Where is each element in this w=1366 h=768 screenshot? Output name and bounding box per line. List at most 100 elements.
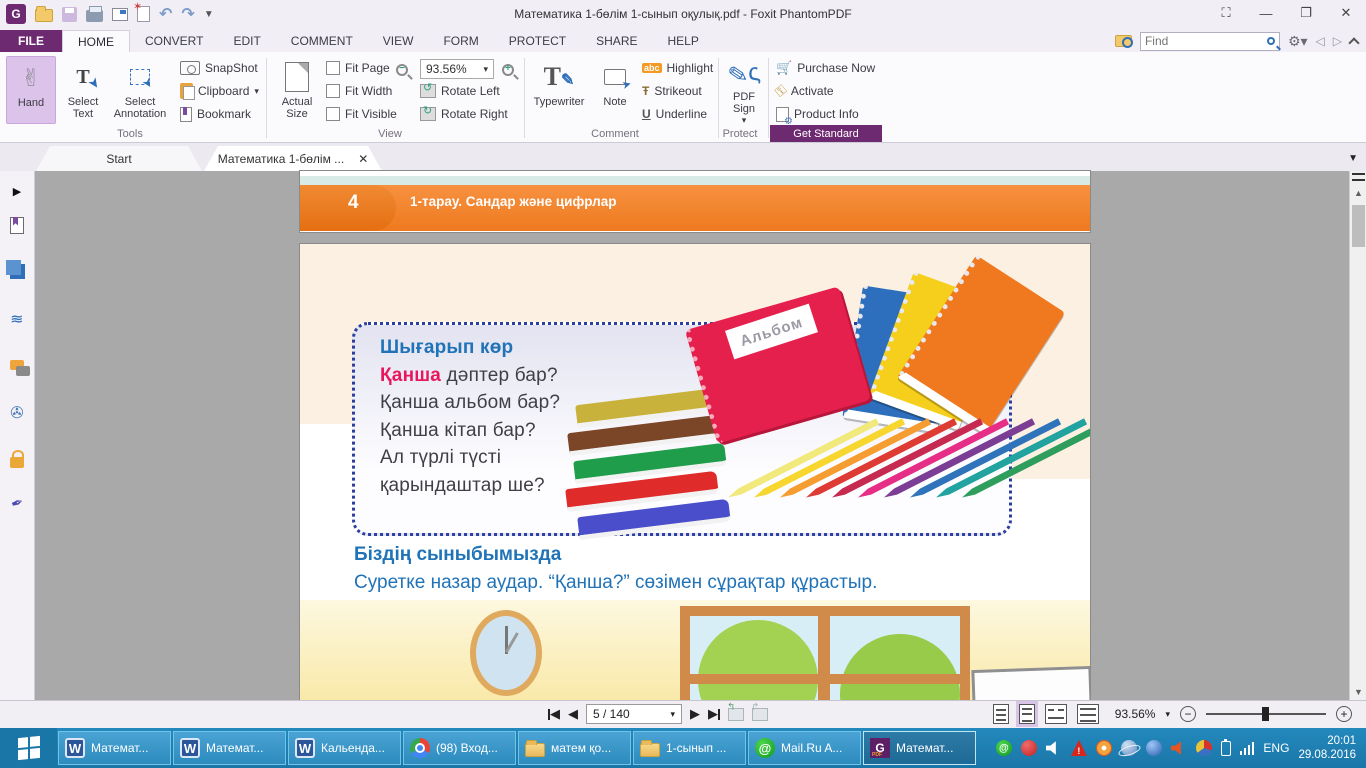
zoom-slider-thumb[interactable] [1262,707,1269,721]
search-icon[interactable] [1267,37,1275,45]
last-page-button[interactable]: ▶ [708,706,720,722]
previous-page-button[interactable]: ◀ [568,706,578,722]
zoom-out-status-button[interactable]: − [1180,706,1196,722]
group-label-get-standard[interactable]: Get Standard [770,125,882,142]
restore-icon[interactable]: ❐ [1286,0,1326,26]
product-info-button[interactable]: Product Info [776,104,859,124]
bookmarks-panel-icon[interactable] [7,215,27,235]
find-in-folder-icon[interactable] [1115,35,1132,47]
typewriter-button[interactable]: T✎ Typewriter [528,56,590,124]
highlight-button[interactable]: abc Highlight [642,58,713,78]
daemon-tools-tray-icon[interactable] [1196,740,1212,756]
actual-size-button[interactable]: Actual Size [272,56,322,124]
next-view-button[interactable] [752,708,768,721]
fit-visible-button[interactable]: Fit Visible [326,104,397,124]
bookmark-button[interactable]: Bookmark [180,104,251,124]
tab-list-dropdown-icon[interactable]: ▼ [1348,153,1358,164]
purchase-now-button[interactable]: 🛒 Purchase Now [776,58,875,78]
network-signal-icon[interactable] [1240,742,1255,755]
mailru-tray-icon[interactable]: @ [996,740,1012,756]
collapse-ribbon-icon[interactable] [1348,37,1359,48]
zoom-slider[interactable] [1206,713,1326,715]
doc-tab-start[interactable]: Start [36,146,202,171]
attachments-panel-icon[interactable]: ✇ [7,403,27,423]
tab-home[interactable]: HOME [62,30,130,52]
clipboard-button[interactable]: Clipboard ▾ [180,81,259,101]
zoom-dropdown-icon[interactable]: ▾ [483,64,488,75]
taskbar-button-folder-1[interactable]: матем қо... [518,731,631,765]
battery-icon[interactable] [1221,741,1231,756]
tab-comment[interactable]: COMMENT [276,30,368,52]
close-icon[interactable]: ✕ [1326,0,1366,26]
previous-view-button[interactable] [728,708,744,721]
zoom-combobox[interactable]: 93.56% ▾ [420,59,494,79]
fullscreen-icon[interactable]: ⛶ [1206,0,1246,26]
scrollbar-thumb[interactable] [1352,205,1365,247]
taskbar-button-word-3[interactable]: W Кальенда... [288,731,401,765]
hand-tool-button[interactable]: ✌ Hand [6,56,56,124]
clipboard-dropdown-icon[interactable]: ▾ [254,86,259,97]
comments-panel-icon[interactable] [7,355,27,375]
taskbar-button-foxit-active[interactable]: G Математ... [863,731,976,765]
rotate-left-button[interactable]: Rotate Left [420,81,500,101]
previous-view-arrow-icon[interactable]: ◁ [1316,34,1325,48]
warning-tray-icon[interactable]: ! [1071,740,1087,756]
zoom-in-status-button[interactable]: + [1336,706,1352,722]
tab-edit[interactable]: EDIT [218,30,275,52]
strikeout-button[interactable]: Ŧ Strikeout [642,81,702,101]
minimize-icon[interactable]: — [1246,0,1286,26]
tab-share[interactable]: SHARE [581,30,652,52]
volume-tray-icon[interactable] [1046,740,1062,756]
start-button[interactable] [0,728,57,768]
next-view-arrow-icon[interactable]: ▷ [1333,34,1342,48]
messenger-tray-icon[interactable] [1146,740,1162,756]
pdf-sign-button[interactable]: ✎ς PDF Sign ▾ [722,56,766,124]
security-tray-icon[interactable] [1021,740,1037,756]
rotate-right-button[interactable]: Rotate Right [420,104,508,124]
planet-tray-icon[interactable] [1121,740,1137,756]
zoom-out-button[interactable]: − [396,60,408,80]
expand-panel-arrow-icon[interactable]: ▶ [7,181,27,201]
facing-view-button[interactable] [1045,704,1067,724]
note-button[interactable]: Note [594,56,636,124]
continuous-facing-view-button[interactable] [1077,704,1099,724]
digital-signatures-panel-icon[interactable]: ✒ [7,493,27,513]
vertical-scrollbar[interactable]: ▲ ▼ [1349,171,1366,700]
single-page-view-button[interactable] [993,704,1009,724]
tab-form[interactable]: FORM [428,30,493,52]
tab-protect[interactable]: PROTECT [494,30,581,52]
security-panel-icon[interactable] [7,449,27,469]
tab-file[interactable]: FILE [0,30,62,52]
taskbar-button-mailru[interactable]: @ Mail.Ru A... [748,731,861,765]
find-input[interactable] [1145,34,1267,48]
language-indicator[interactable]: ENG [1263,741,1289,755]
continuous-view-button[interactable] [1019,704,1035,724]
doc-tab-current[interactable]: Математика 1-бөлім ... ✕ [204,146,382,171]
taskbar-button-folder-2[interactable]: 1-сынып ... [633,731,746,765]
doc-tab-close-icon[interactable]: ✕ [358,152,368,166]
clock-indicator[interactable]: 20:01 29.08.2016 [1298,734,1356,762]
underline-button[interactable]: U Underline [642,104,707,124]
split-view-handle[interactable] [1352,173,1365,181]
document-view-area[interactable]: ▶ ≋ ✇ ✒ 4 1-тарау. Сандар және цифрлар [0,171,1366,700]
scroll-up-icon[interactable]: ▲ [1350,185,1366,201]
select-text-button[interactable]: T Select Text [58,56,108,124]
tab-help[interactable]: HELP [652,30,713,52]
scroll-down-icon[interactable]: ▼ [1350,684,1366,700]
next-page-button[interactable]: ▶ [690,706,700,722]
status-zoom-value[interactable]: 93.56% [1115,707,1156,721]
page-dropdown-icon[interactable]: ▾ [670,709,675,720]
tab-view[interactable]: VIEW [368,30,429,52]
snapshot-button[interactable]: SnapShot [180,58,258,78]
select-annotation-button[interactable]: Select Annotation [108,56,172,124]
page-thumbnails-panel-icon[interactable] [7,261,27,281]
taskbar-button-chrome[interactable]: (98) Вход... [403,731,516,765]
status-zoom-dropdown-icon[interactable]: ▾ [1165,709,1170,720]
gear-icon[interactable]: ⚙▾ [1288,33,1308,50]
antivirus-tray-icon[interactable] [1096,740,1112,756]
activate-button[interactable]: ⚿ Activate [776,81,834,101]
tab-convert[interactable]: CONVERT [130,30,218,52]
taskbar-button-word-1[interactable]: W Математ... [58,731,171,765]
taskbar-button-word-2[interactable]: W Математ... [173,731,286,765]
page-number-box[interactable]: 5 / 140 ▾ [586,704,682,724]
